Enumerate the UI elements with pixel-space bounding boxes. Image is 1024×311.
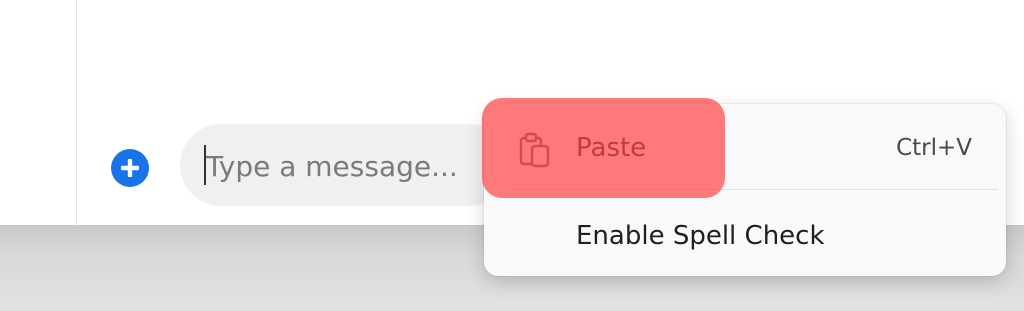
message-composer [180, 124, 510, 206]
menu-item-enable-spell-check[interactable]: Enable Spell Check [484, 196, 1006, 276]
sidebar-divider [76, 0, 77, 225]
menu-item-label: Enable Spell Check [576, 221, 825, 251]
menu-separator [512, 189, 998, 190]
plus-icon [111, 149, 149, 187]
text-caret [204, 145, 206, 185]
menu-item-shortcut: Ctrl+V [896, 135, 972, 161]
context-menu: Paste Ctrl+V Enable Spell Check [484, 104, 1006, 276]
message-input[interactable] [202, 144, 496, 188]
add-attachment-button[interactable] [110, 148, 150, 188]
menu-item-paste[interactable]: Paste Ctrl+V [484, 108, 1006, 188]
clipboard-icon [518, 132, 552, 168]
menu-item-label: Paste [576, 133, 647, 163]
